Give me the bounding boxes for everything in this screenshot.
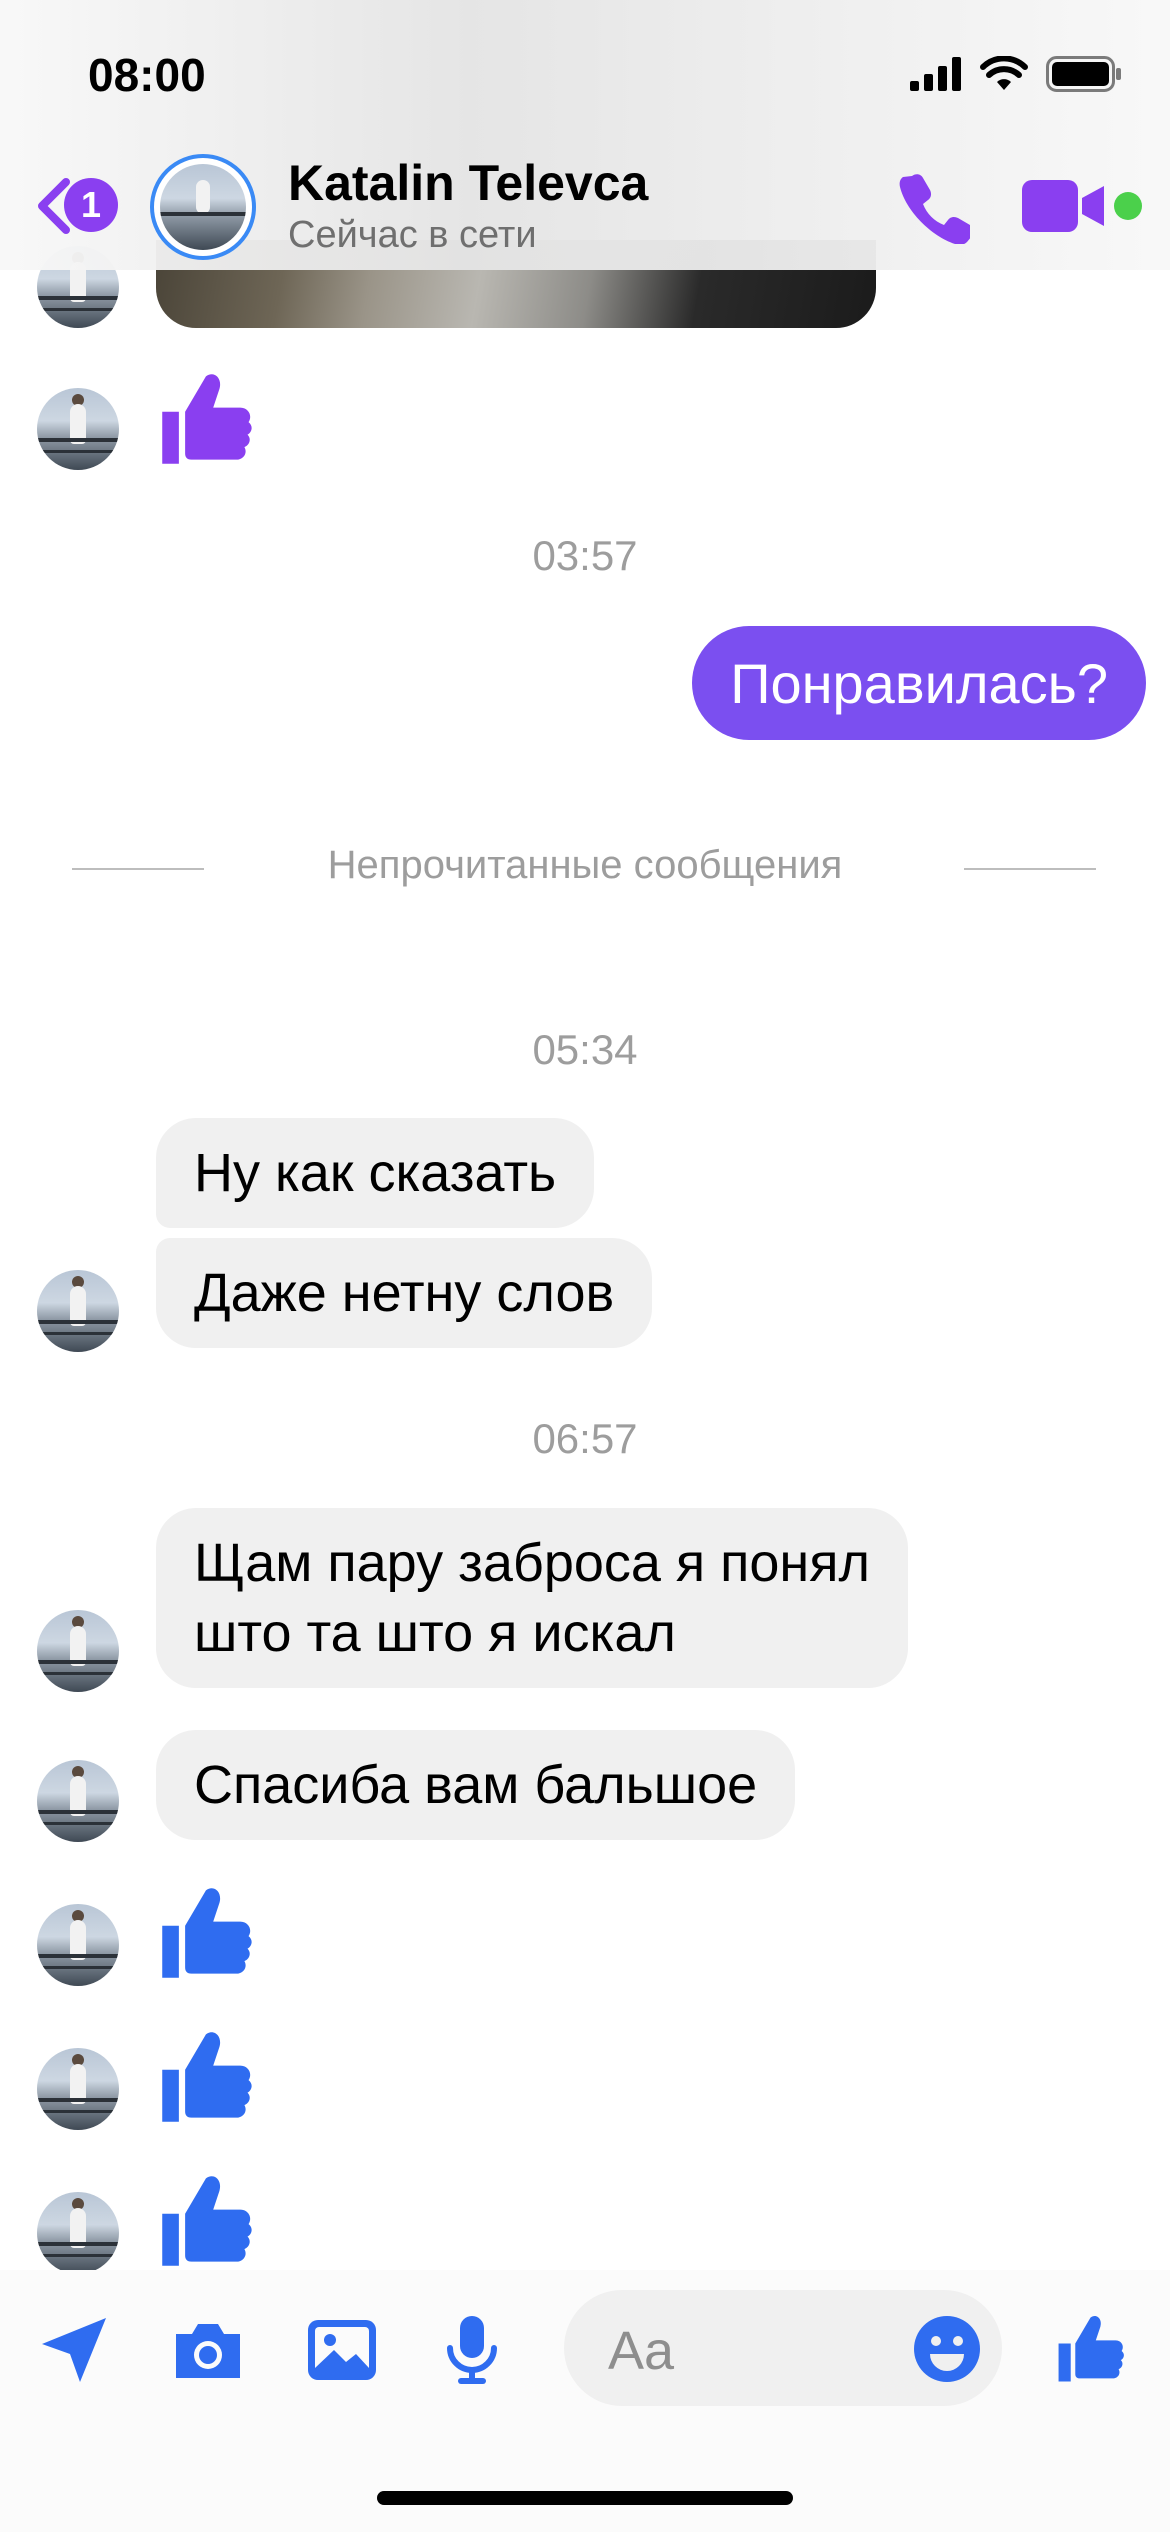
emoji-icon[interactable] [912,2314,982,2384]
status-bar-time: 08:00 [88,49,206,101]
status-bar-icons [910,52,1122,96]
thumbs-up-icon[interactable] [156,2168,260,2270]
camera-icon[interactable] [170,2312,246,2388]
online-indicator [1114,192,1142,220]
location-arrow-icon[interactable] [36,2312,112,2388]
thumbs-up-icon[interactable] [1054,2310,1130,2386]
incoming-message[interactable]: Щам пару заброса я понял што та што я ис… [156,1508,909,1688]
timestamp: 05:34 [532,1026,638,1073]
thumbs-up-icon[interactable] [156,366,260,470]
phone-icon[interactable] [898,172,970,244]
timestamp: 06:57 [532,1415,638,1462]
chat-area: 03:57 Понравилась? Непрочитанные сообщен… [0,0,1170,2270]
contact-avatar[interactable] [37,1904,119,1986]
contact-avatar[interactable] [37,1610,119,1692]
contact-avatar[interactable] [37,2192,119,2270]
message-line: Щам пару заброса я понял [194,1533,871,1593]
unread-divider-label: Непрочитанные сообщения [327,843,843,887]
thumbs-up-icon[interactable] [156,2024,260,2128]
contact-avatar[interactable] [37,388,119,470]
wifi-icon [980,56,1028,90]
contact-name[interactable]: Katalin Televca [288,154,648,212]
home-indicator [377,2491,793,2505]
unread-count-badge[interactable]: 1 [64,178,118,232]
message-line: што та што я искал [194,1603,676,1663]
contact-avatar[interactable] [37,1270,119,1352]
outgoing-message[interactable]: Понравилась? [692,626,1146,740]
incoming-message[interactable]: Спасиба вам бальшое [156,1730,796,1840]
incoming-message[interactable]: Даже нетну слов [156,1238,653,1348]
thumbs-up-icon[interactable] [156,1880,260,1984]
timestamp: 03:57 [532,532,638,579]
message-input-placeholder[interactable]: Aa [608,2320,674,2382]
conversation-header: 08:00 1 Katalin Televca Сейчас в сети [0,0,1170,270]
video-icon[interactable] [1022,176,1106,236]
contact-avatar[interactable] [37,2048,119,2130]
header-avatar[interactable] [150,154,256,260]
microphone-icon[interactable] [434,2312,510,2388]
contact-avatar[interactable] [37,1760,119,1842]
gallery-icon[interactable] [304,2312,380,2388]
contact-status: Сейчас в сети [288,214,537,256]
battery-icon [1046,56,1121,92]
incoming-message[interactable]: Ну как сказать [156,1118,595,1228]
cellular-signal-icon [910,57,961,91]
